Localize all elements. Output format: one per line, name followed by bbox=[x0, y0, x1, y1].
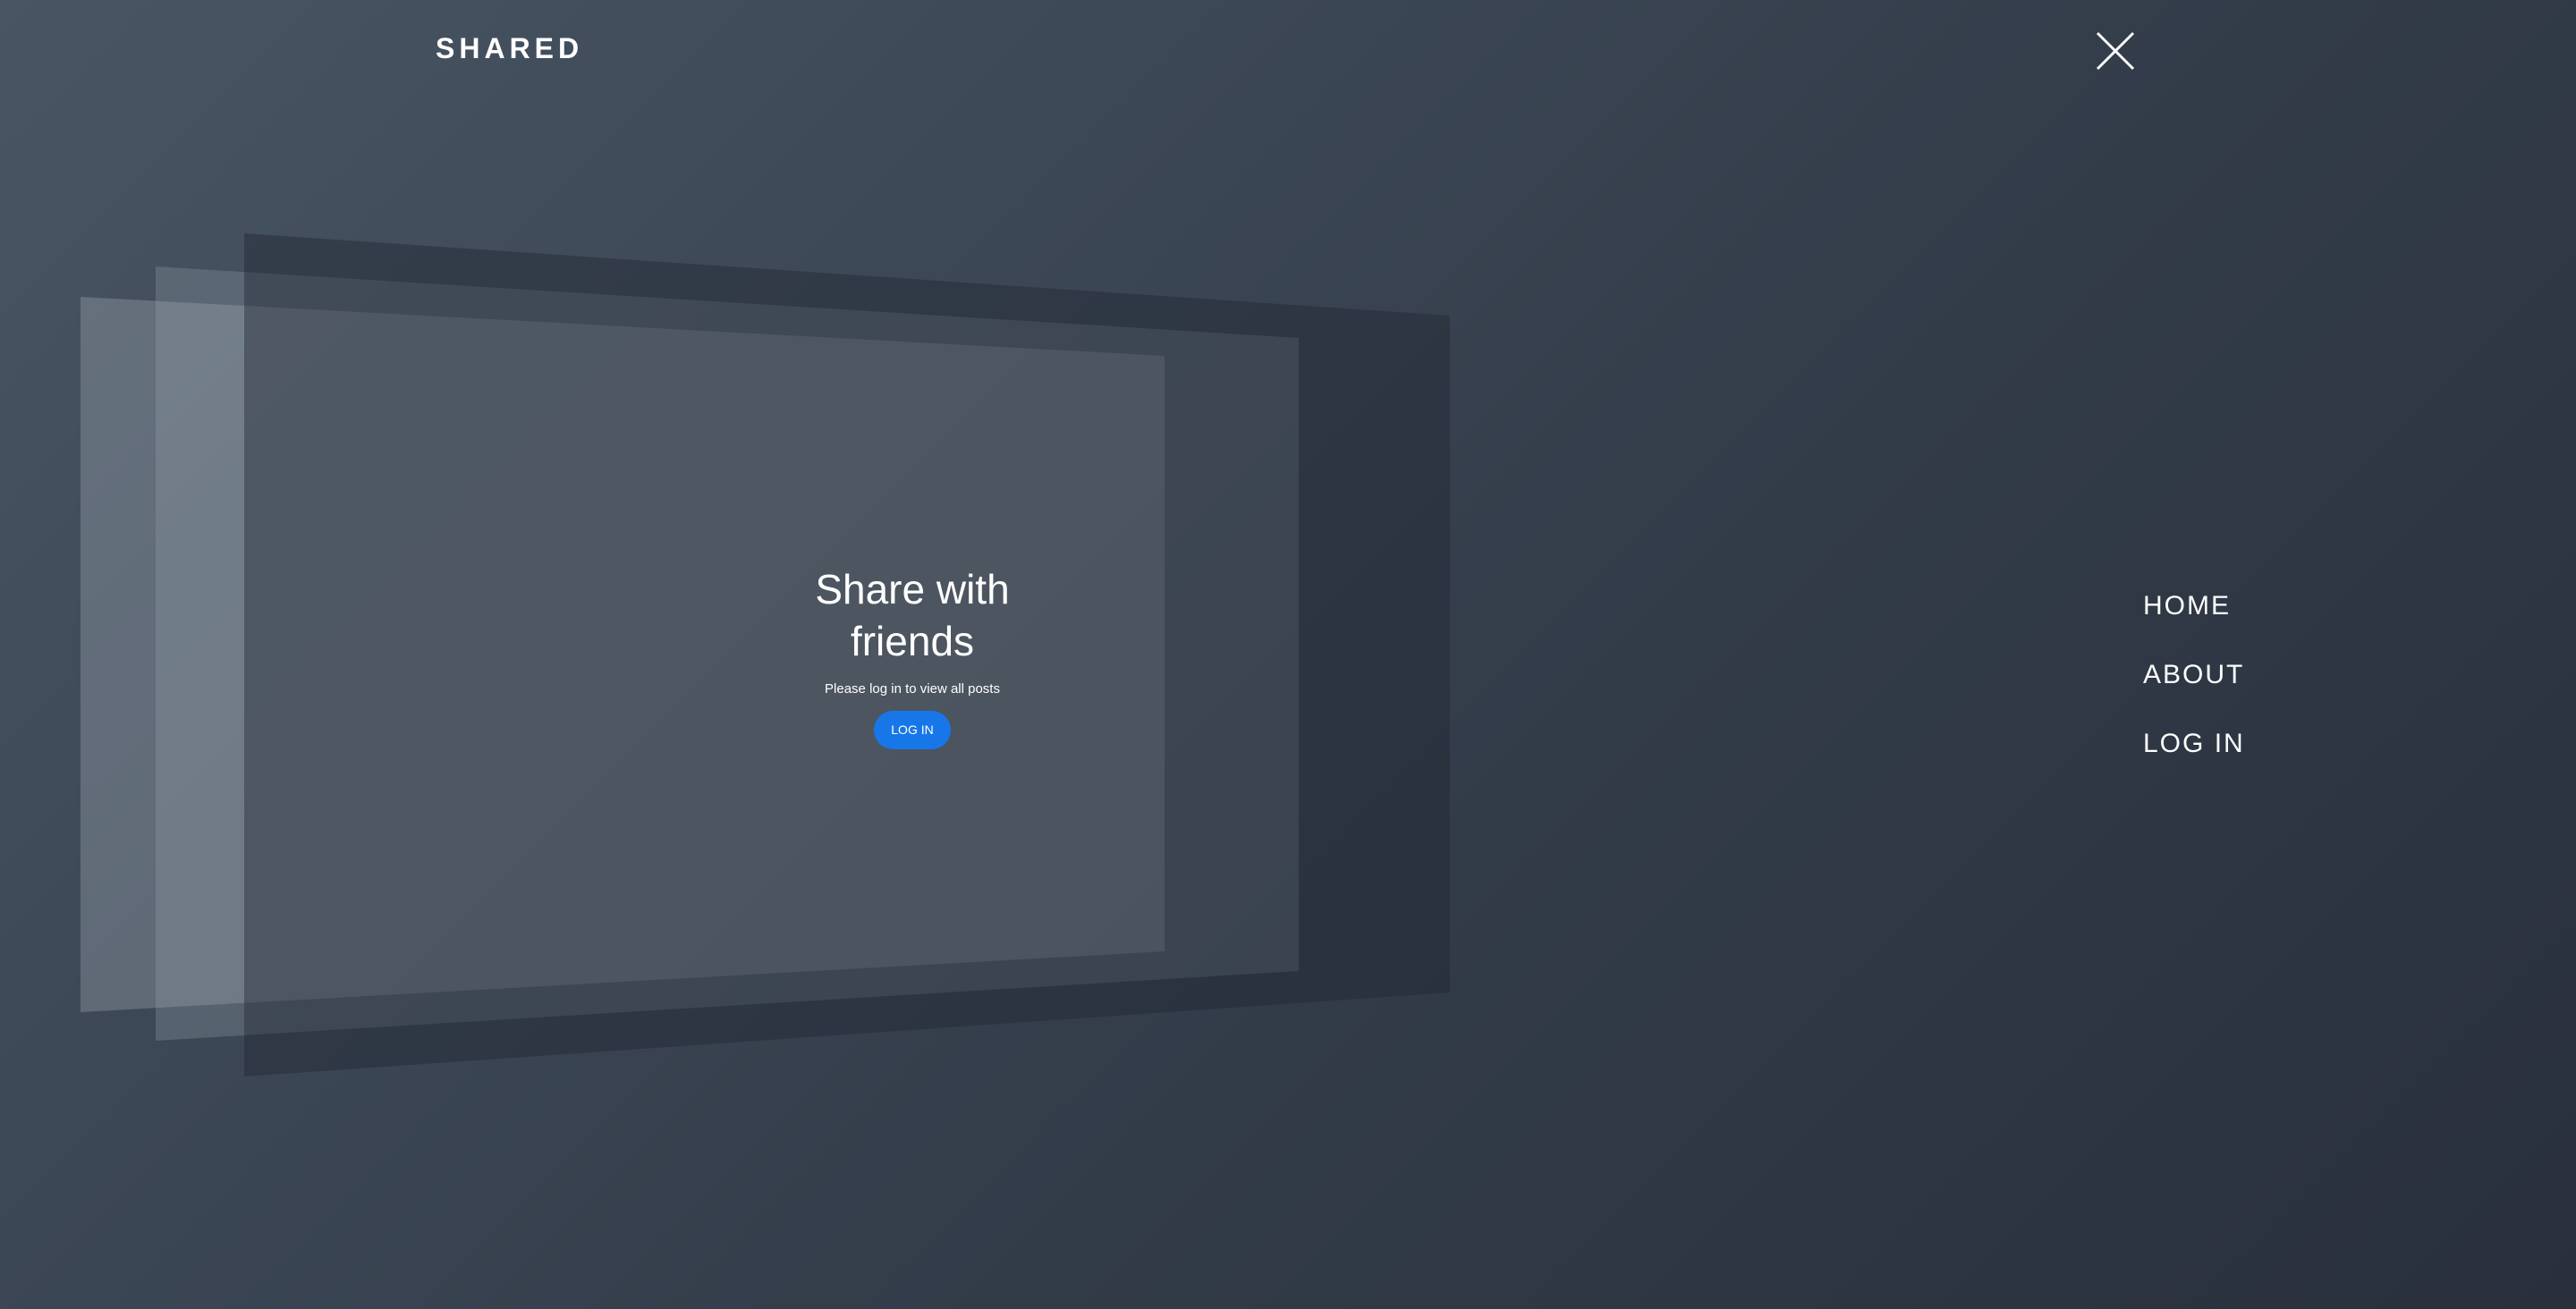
close-menu-button[interactable] bbox=[2095, 30, 2136, 72]
side-nav: HOME ABOUT LOG IN bbox=[2143, 587, 2245, 793]
stacked-panels-decoration bbox=[80, 233, 1450, 1077]
nav-item-login[interactable]: LOG IN bbox=[2143, 724, 2245, 793]
login-button[interactable]: LOG IN bbox=[874, 711, 951, 749]
nav-item-home[interactable]: HOME bbox=[2143, 587, 2245, 655]
hero-title-line1: Share with bbox=[815, 566, 1010, 612]
hero-section: Share with friends Please log in to view… bbox=[787, 563, 1038, 749]
hero-subtitle: Please log in to view all posts bbox=[825, 681, 1000, 697]
hero-title-line2: friends bbox=[850, 618, 975, 664]
close-icon bbox=[2096, 31, 2135, 71]
nav-item-about[interactable]: ABOUT bbox=[2143, 655, 2245, 724]
hero-title: Share with friends bbox=[787, 563, 1038, 667]
